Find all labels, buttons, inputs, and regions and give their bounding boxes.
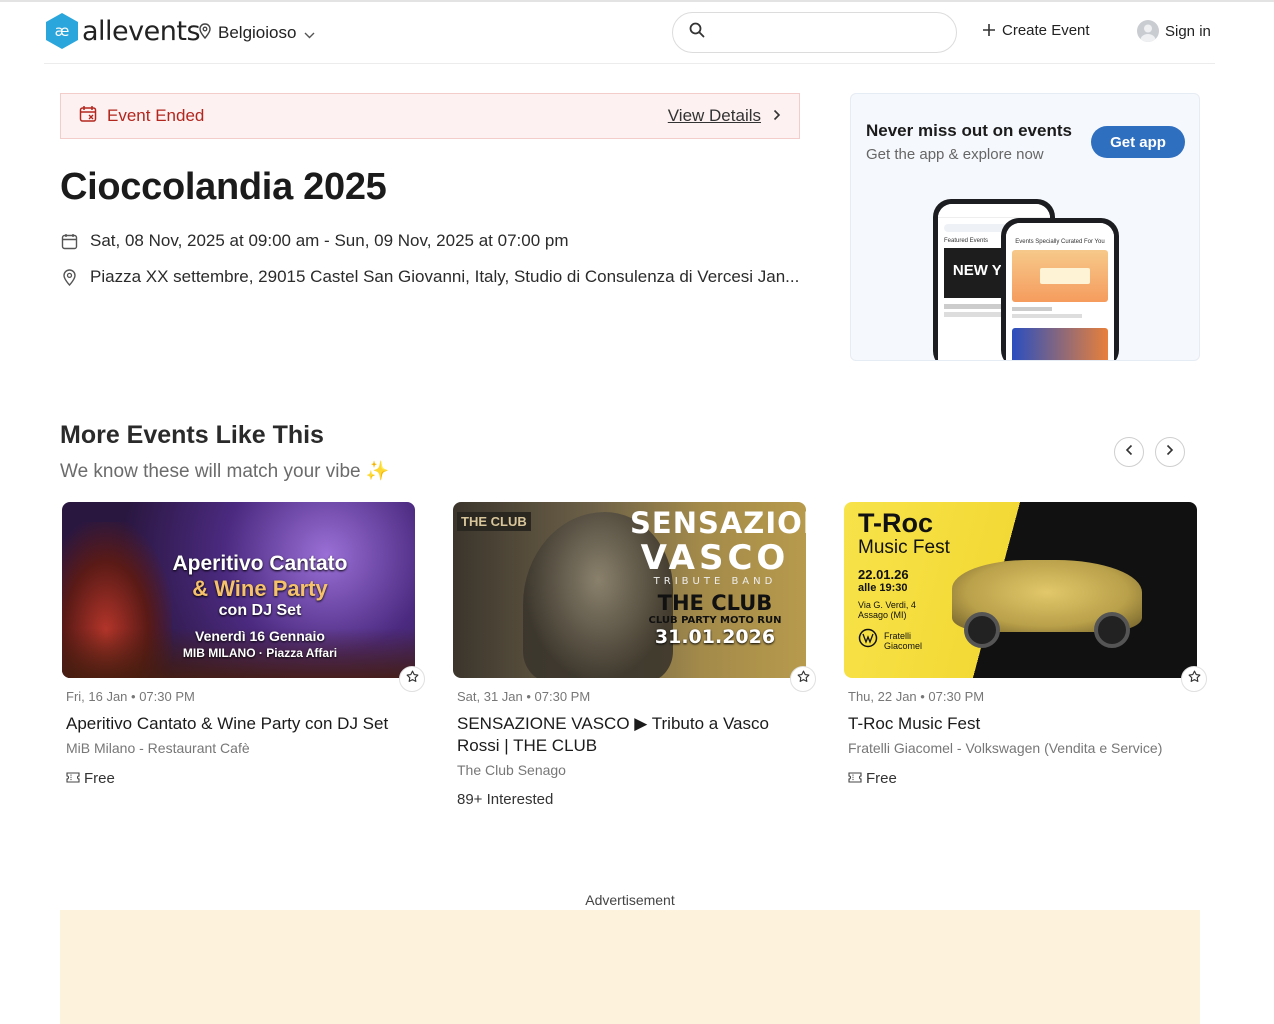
- event-card-name[interactable]: SENSAZIONE VASCO ▶ Tributo a Vasco Rossi…: [457, 713, 806, 757]
- card-image-line: Music Fest: [858, 537, 950, 558]
- card-image-line: 22.01.26: [858, 567, 909, 582]
- app-promo-card: Never miss out on events Get the app & e…: [850, 93, 1200, 361]
- star-icon: [797, 670, 810, 688]
- event-card-price: Free: [66, 770, 415, 787]
- favorite-star-button[interactable]: [399, 666, 425, 692]
- get-app-button[interactable]: Get app: [1091, 126, 1185, 158]
- card-image-line: Giacomel: [884, 640, 923, 651]
- more-events-title: More Events Like This: [60, 421, 324, 449]
- event-location: Piazza XX settembre, 29015 Castel San Gi…: [90, 267, 800, 286]
- event-datetime-row: Sat, 08 Nov, 2025 at 09:00 am - Sun, 09 …: [60, 231, 800, 251]
- card-image-line: 31.01.2026: [654, 626, 776, 648]
- card-image-line: VASCO: [640, 538, 790, 578]
- event-card-image[interactable]: Aperitivo Cantato & Wine Party con DJ Se…: [62, 502, 415, 678]
- event-datetime: Sat, 08 Nov, 2025 at 09:00 am - Sun, 09 …: [90, 231, 569, 250]
- chevron-down-icon: [304, 24, 315, 44]
- plus-icon: [982, 23, 996, 39]
- event-card-image[interactable]: T-Roc Music Fest 22.01.26 alle 19:30 Via…: [844, 502, 1197, 678]
- top-header: æ allevents Belgioioso Create Event Sign…: [44, 2, 1215, 64]
- view-details-label: View Details: [667, 106, 761, 125]
- location-pin-icon: [198, 22, 212, 44]
- search-bar[interactable]: [672, 12, 957, 53]
- search-icon: [689, 22, 705, 43]
- card-image-line: T-Roc: [858, 508, 934, 538]
- promo-subtitle: Get the app & explore now: [866, 146, 1044, 163]
- event-card-date: Thu, 22 Jan • 07:30 PM: [848, 689, 985, 704]
- card-image-line: CLUB PARTY MOTO RUN: [648, 615, 782, 626]
- star-icon: [1188, 670, 1201, 688]
- event-card-price: Free: [848, 770, 1197, 787]
- card-image-line: THE CLUB: [657, 591, 773, 615]
- location-pin-icon: [60, 268, 78, 286]
- calendar-ended-icon: [79, 105, 97, 128]
- event-card-name[interactable]: Aperitivo Cantato & Wine Party con DJ Se…: [66, 713, 415, 735]
- location-label: Belgioioso: [218, 23, 297, 42]
- card-image-line: alle 19:30: [858, 582, 908, 594]
- promo-title: Never miss out on events: [866, 121, 1072, 140]
- event-ended-banner: Event Ended View Details: [60, 93, 800, 139]
- search-input[interactable]: [713, 24, 956, 41]
- allevents-logo[interactable]: æ allevents: [44, 12, 201, 50]
- location-selector[interactable]: Belgioioso: [198, 22, 315, 44]
- event-title: Cioccolandia 2025: [60, 166, 387, 208]
- event-card-venue: MiB Milano - Restaurant Cafè: [66, 740, 250, 756]
- advertisement-label: Advertisement: [585, 892, 675, 908]
- favorite-star-button[interactable]: [1181, 666, 1207, 692]
- event-card-date: Fri, 16 Jan • 07:30 PM: [66, 689, 195, 704]
- card-image-line: con DJ Set: [218, 602, 302, 619]
- calendar-icon: [60, 233, 78, 250]
- chevron-left-icon: [1125, 443, 1133, 461]
- card-image-line: Assago (MI): [858, 610, 907, 620]
- star-icon: [406, 670, 419, 688]
- card-image-line: Fratelli: [884, 630, 912, 641]
- create-event-button[interactable]: Create Event: [982, 22, 1090, 39]
- card-image-tag: THE CLUB: [457, 512, 531, 531]
- event-card[interactable]: T-Roc Music Fest 22.01.26 alle 19:30 Via…: [844, 502, 1207, 787]
- sign-in-label: Sign in: [1165, 22, 1211, 40]
- sign-in-button[interactable]: Sign in: [1137, 20, 1211, 42]
- card-image-line: SENSAZIONE: [630, 506, 806, 540]
- user-avatar-icon: [1137, 20, 1159, 42]
- card-image-line: MIB MILANO · Piazza Affari: [182, 646, 338, 660]
- carousel-prev-button[interactable]: [1114, 437, 1144, 467]
- card-image-line: Venerdì 16 Gennaio: [195, 628, 325, 644]
- phone-mockup-front: Events Specially Curated For You: [1001, 218, 1119, 360]
- more-events-subtitle: We know these will match your vibe ✨: [60, 461, 390, 482]
- event-card-interest: 89+ Interested: [457, 791, 554, 808]
- advertisement-banner[interactable]: [60, 910, 1200, 1024]
- event-card-venue: Fratelli Giacomel - Volkswagen (Vendita …: [848, 740, 1163, 756]
- logo-hexagon-icon: æ: [44, 12, 80, 50]
- chevron-right-icon: [1166, 443, 1174, 461]
- svg-text:æ: æ: [55, 22, 70, 40]
- event-card[interactable]: THE CLUB SENSAZIONE VASCO TRIBUTE BAND T…: [453, 502, 816, 808]
- event-card-image[interactable]: THE CLUB SENSAZIONE VASCO TRIBUTE BAND T…: [453, 502, 806, 678]
- event-ended-status: Event Ended: [107, 106, 205, 125]
- favorite-star-button[interactable]: [790, 666, 816, 692]
- volkswagen-logo-icon: [858, 628, 878, 653]
- event-card-name[interactable]: T-Roc Music Fest: [848, 713, 1197, 735]
- event-card-date: Sat, 31 Jan • 07:30 PM: [457, 689, 591, 704]
- chevron-right-icon: [773, 106, 781, 126]
- create-event-label: Create Event: [1002, 22, 1090, 39]
- card-image-line: & Wine Party: [192, 576, 328, 601]
- price-label: Free: [84, 770, 115, 787]
- view-details-link[interactable]: View Details: [668, 106, 781, 126]
- event-card[interactable]: Aperitivo Cantato & Wine Party con DJ Se…: [62, 502, 425, 787]
- ticket-icon: [66, 770, 80, 787]
- ticket-icon: [848, 770, 862, 787]
- event-card-venue: The Club Senago: [457, 762, 566, 778]
- card-image-line: Via G. Verdi, 4: [858, 600, 916, 610]
- price-label: Free: [866, 770, 897, 787]
- logo-text: allevents: [82, 15, 201, 47]
- carousel-next-button[interactable]: [1155, 437, 1185, 467]
- card-image-line: TRIBUTE BAND: [653, 576, 777, 587]
- card-image-line: Aperitivo Cantato: [172, 552, 348, 575]
- event-location-row[interactable]: Piazza XX settembre, 29015 Castel San Gi…: [60, 267, 800, 287]
